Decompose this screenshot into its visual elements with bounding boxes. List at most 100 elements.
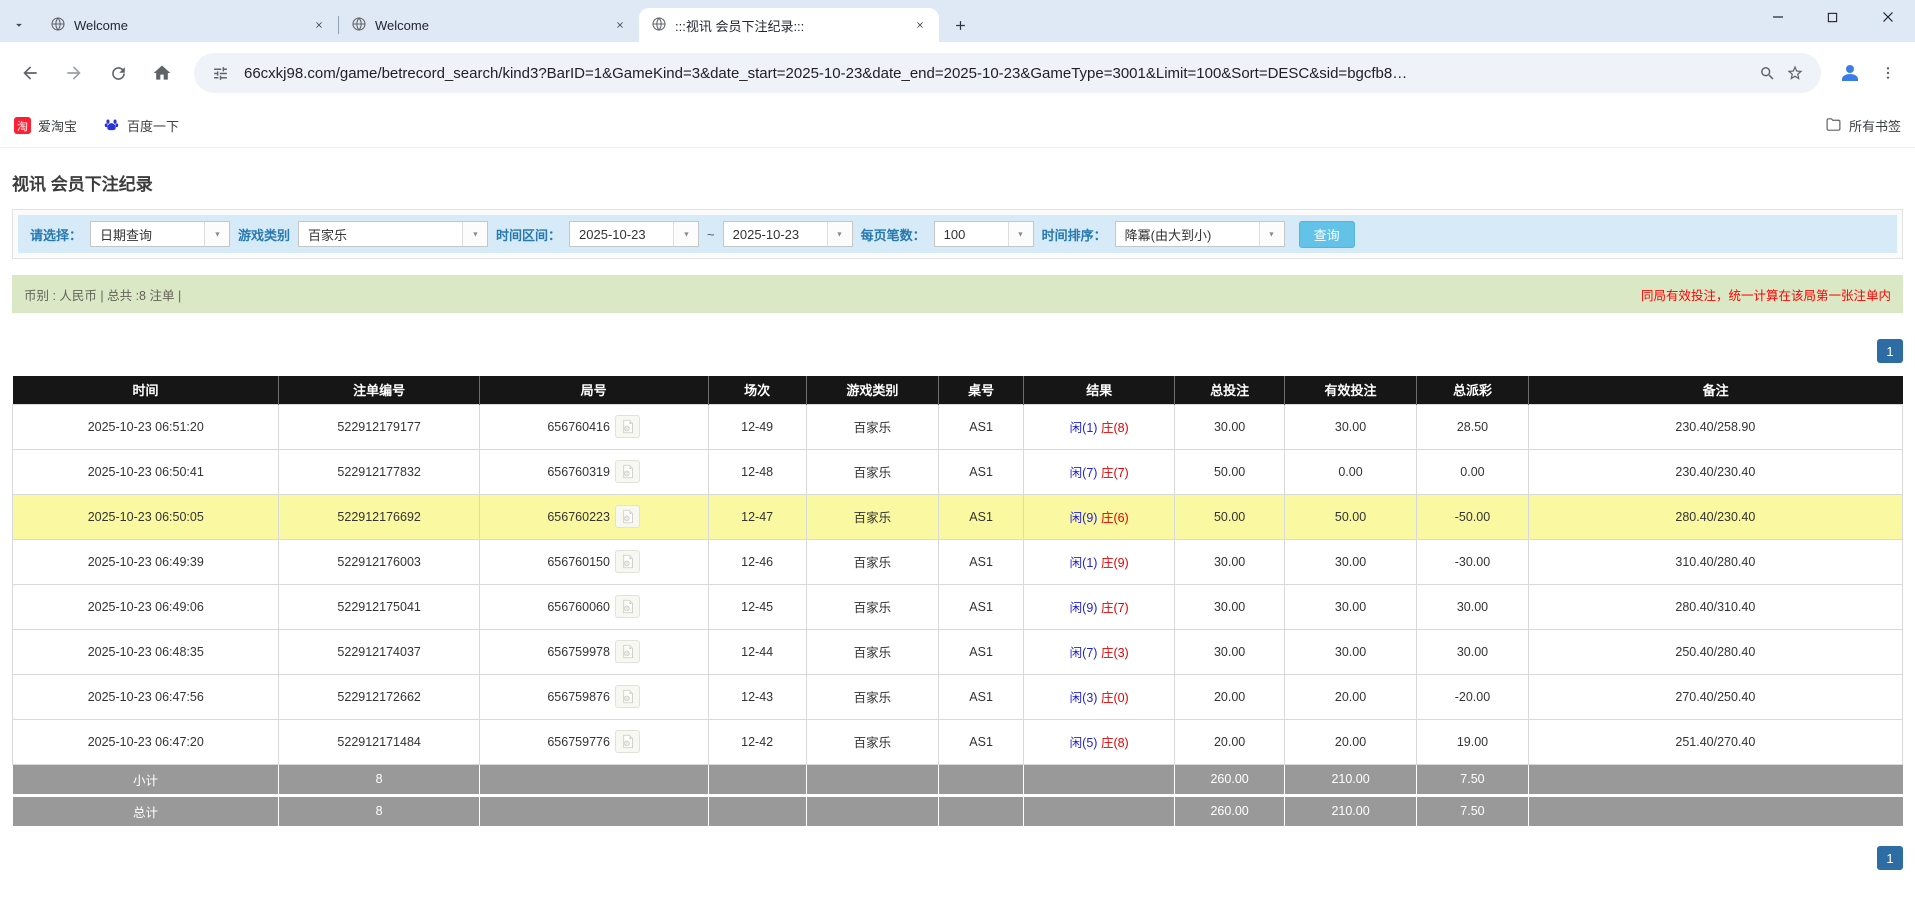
- column-header: 备注: [1528, 376, 1903, 404]
- video-replay-button[interactable]: [614, 730, 640, 753]
- date-separator: ~: [707, 226, 715, 242]
- cell-game: 百家乐: [805, 493, 940, 540]
- window-controls: [1750, 0, 1915, 34]
- result-banker: 庄(9): [1100, 556, 1129, 570]
- cell-valid-bet: 20.00: [1283, 673, 1418, 720]
- result-player: 闲(3): [1069, 691, 1098, 705]
- cell-bet-id: 522912171484: [278, 718, 480, 765]
- cell-total-bet[interactable]: 50.00: [1174, 493, 1285, 540]
- minimize-button[interactable]: [1750, 0, 1805, 34]
- maximize-button[interactable]: [1805, 0, 1860, 34]
- page-1-button[interactable]: 1: [1877, 846, 1903, 870]
- bookmark-baidu[interactable]: 百度一下: [103, 116, 179, 136]
- date-start-value: 2025-10-23: [579, 226, 646, 242]
- cell-round: 656760319: [478, 448, 709, 495]
- tab-bet-records[interactable]: :::视讯 会员下注纪录:::: [639, 8, 939, 42]
- video-replay-button[interactable]: [614, 505, 640, 528]
- close-icon[interactable]: [911, 16, 929, 34]
- close-icon[interactable]: [310, 16, 328, 34]
- tab-search-chevron-icon[interactable]: [0, 8, 38, 42]
- cell-time: 2025-10-23 06:47:56: [11, 673, 280, 720]
- tab-title: Welcome: [74, 17, 128, 33]
- cell-round: 656760416: [478, 403, 709, 450]
- table-row: 2025-10-23 06:48:35 522912174037 656759978…: [11, 628, 1904, 675]
- cell-table-no: AS1: [938, 403, 1025, 450]
- round-number: 656760223: [547, 509, 610, 524]
- cell-note: 230.40/230.40: [1527, 448, 1904, 495]
- home-button[interactable]: [142, 53, 182, 93]
- chevron-down-icon: [462, 222, 488, 246]
- game-kind-select[interactable]: 百家乐: [298, 221, 489, 247]
- tab-title: Welcome: [375, 17, 429, 33]
- zoom-icon[interactable]: [1753, 59, 1781, 87]
- cell-total-bet[interactable]: 30.00: [1174, 403, 1285, 450]
- cell-total-bet[interactable]: 30.00: [1174, 538, 1285, 585]
- filter-select-label: 请选择：: [30, 227, 83, 243]
- cell-session: 12-44: [707, 628, 807, 675]
- video-replay-button[interactable]: [614, 640, 640, 663]
- cell-note: 280.40/230.40: [1527, 493, 1904, 540]
- cell-total-bet[interactable]: 20.00: [1174, 718, 1285, 765]
- cell-session: 12-49: [707, 403, 807, 450]
- new-tab-button[interactable]: [945, 10, 975, 40]
- cell-bet-id: 522912177832: [278, 448, 480, 495]
- all-bookmarks-button[interactable]: 所有书签: [1825, 116, 1901, 136]
- cell-time: 2025-10-23 06:48:35: [11, 628, 280, 675]
- cell-round: 656760150: [478, 538, 709, 585]
- sort-select[interactable]: 降冪(由大到小): [1114, 221, 1285, 247]
- cell-result: 闲(9) 庄(6): [1023, 493, 1176, 540]
- site-info-icon[interactable]: [206, 59, 234, 87]
- total-valid-bet: 210.00: [1284, 793, 1418, 826]
- folder-icon: [1825, 116, 1842, 136]
- close-window-button[interactable]: [1860, 0, 1915, 34]
- date-start-select[interactable]: 2025-10-23: [569, 221, 700, 247]
- result-banker: 庄(8): [1100, 736, 1129, 750]
- sort-label: 时间排序：: [1041, 227, 1107, 243]
- cell-round: 656759876: [478, 673, 709, 720]
- video-replay-button[interactable]: [614, 595, 640, 618]
- sort-value: 降冪(由大到小): [1124, 227, 1212, 243]
- cell-valid-bet: 30.00: [1283, 538, 1418, 585]
- page-1-button[interactable]: 1: [1877, 339, 1903, 363]
- video-replay-button[interactable]: [614, 550, 640, 573]
- video-replay-button[interactable]: [614, 685, 640, 708]
- cell-bet-id: 522912176003: [278, 538, 480, 585]
- chevron-down-icon: [673, 222, 699, 246]
- reload-button[interactable]: [98, 53, 138, 93]
- per-page-select[interactable]: 100: [933, 221, 1034, 247]
- back-button[interactable]: [10, 53, 50, 93]
- pagination-top: 1: [12, 339, 1903, 363]
- video-replay-button[interactable]: [614, 460, 640, 483]
- date-end-select[interactable]: 2025-10-23: [722, 221, 853, 247]
- search-button[interactable]: 查询: [1298, 220, 1355, 248]
- video-replay-button[interactable]: [614, 415, 640, 438]
- bookmark-taobao[interactable]: 淘 爱淘宝: [14, 116, 77, 135]
- cell-time: 2025-10-23 06:50:05: [11, 493, 280, 540]
- cell-game: 百家乐: [805, 538, 940, 585]
- tab-welcome-1[interactable]: Welcome: [38, 8, 338, 42]
- cell-total-bet[interactable]: 30.00: [1174, 583, 1285, 630]
- cell-round: 656760223: [478, 493, 709, 540]
- cell-note: 250.40/280.40: [1527, 628, 1904, 675]
- subtotal-valid-bet: 210.00: [1284, 764, 1418, 795]
- cell-total-bet[interactable]: 50.00: [1174, 448, 1285, 495]
- result-player: 闲(1): [1069, 556, 1098, 570]
- tab-title: :::视讯 会员下注纪录:::: [675, 18, 805, 34]
- menu-dots-icon[interactable]: [1871, 56, 1905, 90]
- query-type-select[interactable]: 日期查询: [90, 221, 231, 247]
- bookmark-star-icon[interactable]: [1781, 59, 1809, 87]
- cell-result: 闲(3) 庄(0): [1023, 673, 1176, 720]
- cell-total-bet[interactable]: 20.00: [1174, 673, 1285, 720]
- close-icon[interactable]: [611, 16, 629, 34]
- bookmark-label: 百度一下: [127, 119, 180, 134]
- cell-total-bet[interactable]: 30.00: [1174, 628, 1285, 675]
- tab-welcome-2[interactable]: Welcome: [339, 8, 639, 42]
- cell-table-no: AS1: [938, 583, 1025, 630]
- cell-bet-id: 522912179177: [278, 403, 480, 450]
- subtotal-row: 小计 8 260.00 210.00 7.50: [12, 764, 1903, 795]
- forward-button[interactable]: [54, 53, 94, 93]
- cell-time: 2025-10-23 06:47:20: [11, 718, 280, 765]
- query-type-value: 日期查询: [100, 227, 153, 243]
- url-bar[interactable]: 66cxkj98.com/game/betrecord_search/kind3…: [194, 53, 1821, 93]
- profile-avatar-icon[interactable]: [1833, 56, 1867, 90]
